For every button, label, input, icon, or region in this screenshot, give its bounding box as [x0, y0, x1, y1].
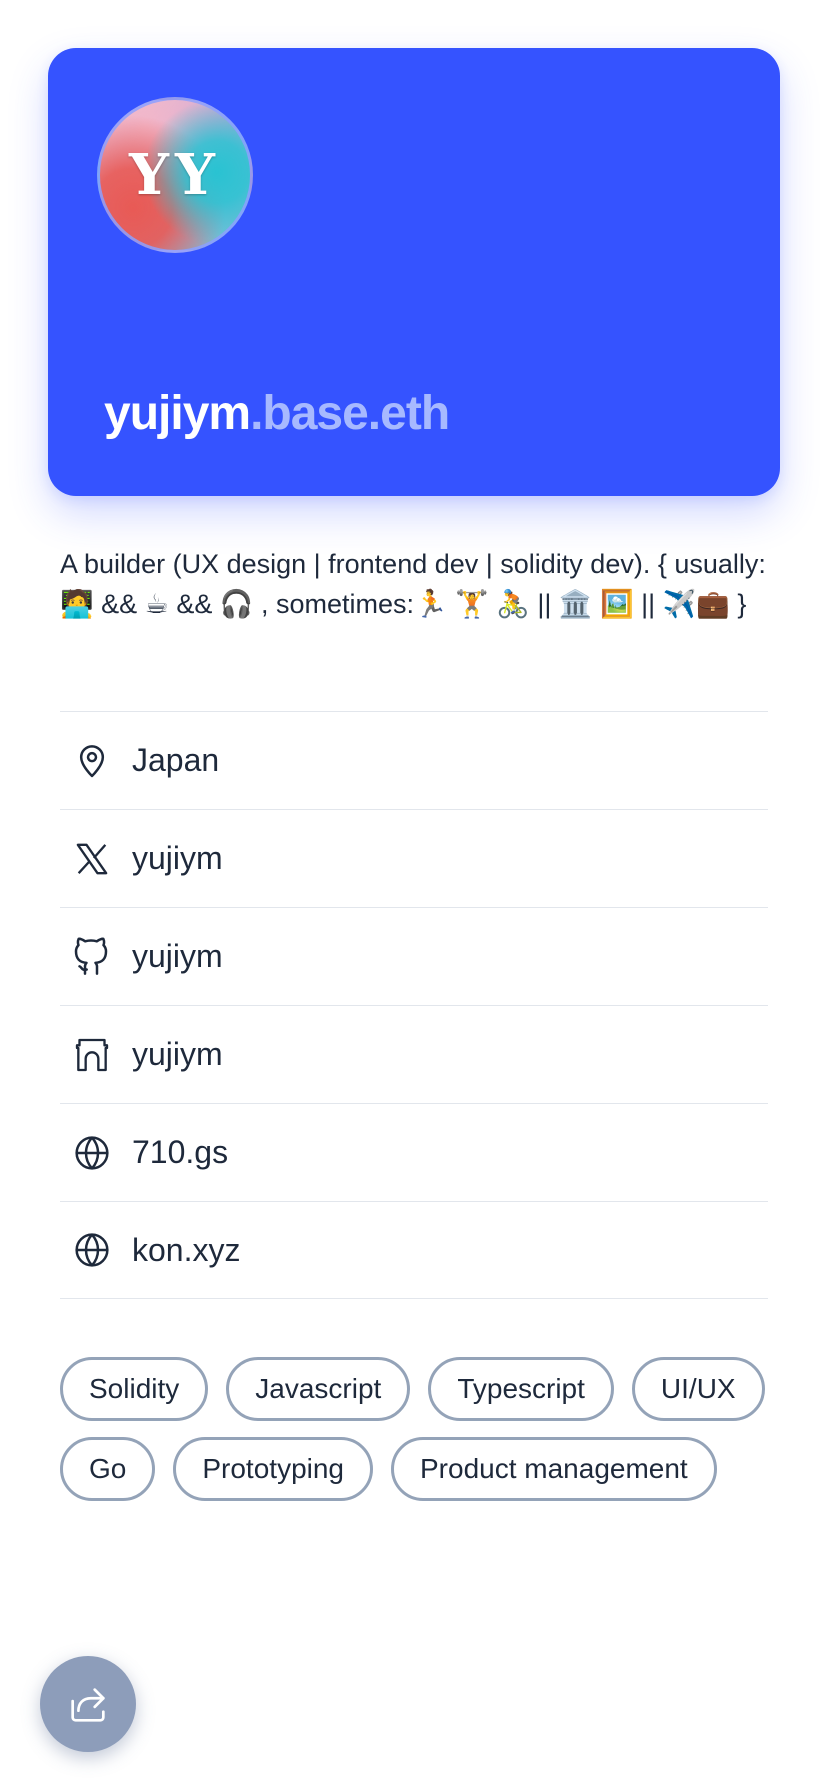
map-pin-icon — [70, 739, 114, 783]
name-suffix: .base.eth — [250, 387, 450, 440]
share-button[interactable] — [40, 1656, 136, 1752]
link-website-1-text: 710.gs — [132, 1134, 229, 1170]
avatar: YY — [97, 97, 253, 253]
skill-tags: Solidity Javascript Typescript UI/UX Go … — [60, 1357, 768, 1501]
link-website-1[interactable]: 710.gs — [60, 1103, 768, 1201]
link-farcaster[interactable]: yujiym — [60, 1005, 768, 1103]
profile-bio: A builder (UX design | frontend dev | so… — [60, 549, 766, 619]
link-location-text: Japan — [132, 742, 220, 778]
globe-icon — [70, 1228, 114, 1272]
link-location: Japan — [60, 711, 768, 809]
globe-icon — [70, 1131, 114, 1175]
tag-ui-ux[interactable]: UI/UX — [631, 1357, 765, 1421]
x-logo-icon — [70, 837, 114, 881]
tag-go[interactable]: Go — [60, 1437, 156, 1501]
avatar-monogram: YY — [129, 142, 221, 208]
link-github[interactable]: yujiym — [60, 907, 768, 1005]
link-x-text: yujiym — [132, 840, 223, 876]
link-x[interactable]: yujiym — [60, 809, 768, 907]
profile-card: YY yujiym.base.eth — [48, 48, 780, 496]
link-website-2-text: kon.xyz — [132, 1231, 241, 1268]
profile-links-list: Japan yujiym yujiym yujiym 710.gs kon.xy… — [60, 711, 768, 1299]
link-website-2[interactable]: kon.xyz — [60, 1201, 768, 1299]
tag-javascript[interactable]: Javascript — [226, 1357, 411, 1421]
tag-solidity[interactable]: Solidity — [60, 1357, 209, 1421]
github-icon — [70, 935, 114, 979]
profile-page: YY yujiym.base.eth A builder (UX design … — [0, 0, 828, 1792]
tag-product-management[interactable]: Product management — [391, 1437, 717, 1501]
username: yujiym — [104, 387, 251, 440]
profile-name: yujiym.base.eth — [104, 386, 450, 441]
link-github-text: yujiym — [132, 938, 223, 974]
tag-typescript[interactable]: Typescript — [428, 1357, 614, 1421]
farcaster-icon — [70, 1033, 114, 1077]
share-icon — [71, 1688, 105, 1722]
link-farcaster-text: yujiym — [132, 1036, 223, 1072]
tag-prototyping[interactable]: Prototyping — [173, 1437, 373, 1501]
